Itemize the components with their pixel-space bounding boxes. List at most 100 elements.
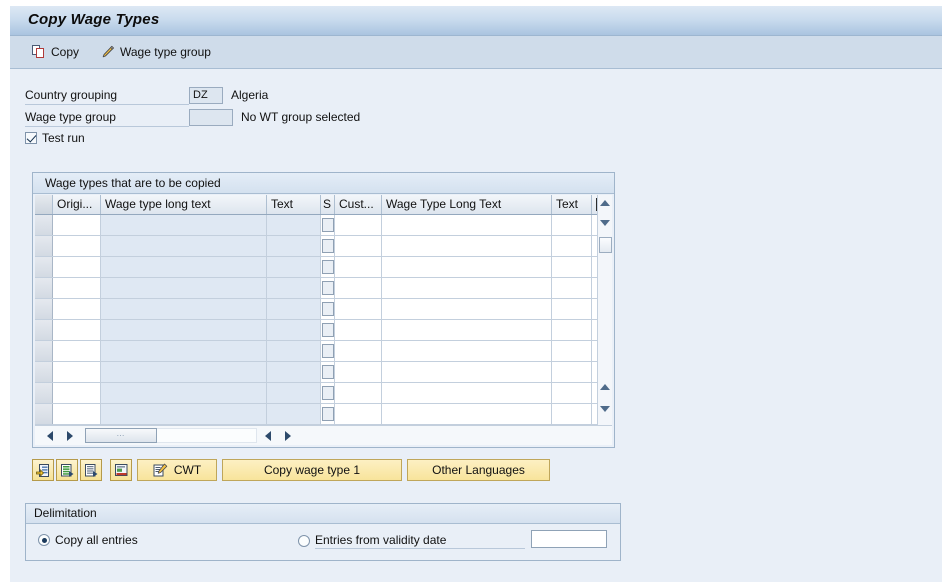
grid-header-wage-type-long-text[interactable]: Wage type long text — [101, 195, 267, 214]
table-cell[interactable] — [101, 215, 267, 235]
table-cell[interactable] — [552, 278, 592, 298]
row-status-checkbox-cell[interactable] — [321, 299, 335, 319]
table-cell[interactable] — [552, 320, 592, 340]
table-cell[interactable] — [552, 236, 592, 256]
table-cell[interactable] — [552, 299, 592, 319]
entries-from-validity-date-radio[interactable] — [298, 535, 310, 547]
table-row[interactable] — [35, 341, 612, 362]
scroll-page-down-button[interactable] — [598, 401, 612, 416]
grid-header-origin[interactable]: Origi... — [53, 195, 101, 214]
scroll-down-button[interactable] — [598, 215, 612, 230]
select-all-icon-button[interactable] — [56, 459, 78, 481]
table-cell[interactable] — [53, 320, 101, 340]
cwt-button[interactable]: CWT — [137, 459, 217, 481]
table-cell[interactable] — [53, 215, 101, 235]
row-status-checkbox[interactable] — [321, 344, 334, 358]
table-cell[interactable] — [267, 215, 321, 235]
row-selector-cell[interactable] — [35, 299, 53, 319]
grid-header-text-2[interactable]: Text — [552, 195, 592, 214]
table-cell[interactable] — [53, 404, 101, 424]
table-cell[interactable] — [267, 278, 321, 298]
table-cell[interactable] — [552, 341, 592, 361]
table-cell[interactable] — [53, 299, 101, 319]
table-cell[interactable] — [53, 362, 101, 382]
row-status-checkbox[interactable] — [321, 323, 334, 337]
table-cell[interactable] — [335, 299, 382, 319]
validity-date-input[interactable] — [531, 530, 607, 548]
row-selector-cell[interactable] — [35, 341, 53, 361]
row-selector-cell[interactable] — [35, 383, 53, 403]
table-row[interactable] — [35, 257, 612, 278]
table-cell[interactable] — [382, 278, 552, 298]
table-cell[interactable] — [101, 236, 267, 256]
row-status-checkbox[interactable] — [321, 218, 334, 232]
table-cell[interactable] — [335, 278, 382, 298]
select-entry-icon-button[interactable] — [32, 459, 54, 481]
table-cell[interactable] — [382, 362, 552, 382]
table-cell[interactable] — [101, 278, 267, 298]
copy-button[interactable]: Copy — [28, 41, 83, 63]
table-cell[interactable] — [552, 257, 592, 277]
grid-header-rowsel[interactable] — [35, 195, 53, 214]
row-selector-cell[interactable] — [35, 236, 53, 256]
table-cell[interactable] — [267, 257, 321, 277]
table-cell[interactable] — [267, 404, 321, 424]
row-status-checkbox-cell[interactable] — [321, 257, 335, 277]
row-status-checkbox[interactable] — [321, 365, 334, 379]
table-cell[interactable] — [552, 383, 592, 403]
table-cell[interactable] — [53, 236, 101, 256]
table-cell[interactable] — [382, 341, 552, 361]
row-status-checkbox-cell[interactable] — [321, 215, 335, 235]
table-cell[interactable] — [552, 362, 592, 382]
row-selector-cell[interactable] — [35, 320, 53, 340]
table-row[interactable] — [35, 215, 612, 236]
vertical-scroll-thumb[interactable] — [599, 237, 612, 253]
table-cell[interactable] — [335, 404, 382, 424]
table-row[interactable] — [35, 320, 612, 341]
table-cell[interactable] — [53, 278, 101, 298]
table-cell[interactable] — [335, 215, 382, 235]
hscroll-right-pane-left-button[interactable] — [261, 429, 275, 443]
table-cell[interactable] — [101, 404, 267, 424]
row-status-checkbox[interactable] — [321, 239, 334, 253]
table-cell[interactable] — [552, 215, 592, 235]
table-cell[interactable] — [267, 236, 321, 256]
wage-type-group-button[interactable]: Wage type group — [96, 41, 215, 63]
scroll-up-button[interactable] — [598, 195, 612, 210]
row-status-checkbox-cell[interactable] — [321, 236, 335, 256]
table-cell[interactable] — [267, 362, 321, 382]
row-status-checkbox[interactable] — [321, 302, 334, 316]
table-cell[interactable] — [335, 236, 382, 256]
table-cell[interactable] — [382, 320, 552, 340]
row-selector-cell[interactable] — [35, 362, 53, 382]
row-selector-cell[interactable] — [35, 404, 53, 424]
table-cell[interactable] — [267, 341, 321, 361]
table-row[interactable] — [35, 299, 612, 320]
horizontal-scroll-thumb[interactable]: ⋯ — [85, 428, 157, 443]
hscroll-right-button[interactable] — [63, 429, 77, 443]
table-cell[interactable] — [382, 383, 552, 403]
table-cell[interactable] — [267, 299, 321, 319]
table-cell[interactable] — [382, 404, 552, 424]
copy-all-entries-radio[interactable] — [38, 534, 50, 546]
row-status-checkbox-cell[interactable] — [321, 404, 335, 424]
grid-vertical-scrollbar[interactable] — [597, 195, 612, 425]
table-cell[interactable] — [335, 341, 382, 361]
table-cell[interactable] — [53, 383, 101, 403]
other-languages-button[interactable]: Other Languages — [407, 459, 550, 481]
row-status-checkbox-cell[interactable] — [321, 383, 335, 403]
deselect-all-icon-button[interactable] — [80, 459, 102, 481]
country-grouping-input[interactable]: DZ — [189, 87, 223, 104]
grid-header-s[interactable]: S — [321, 195, 335, 214]
row-status-checkbox[interactable] — [321, 260, 334, 274]
table-cell[interactable] — [335, 362, 382, 382]
table-row[interactable] — [35, 383, 612, 404]
table-cell[interactable] — [53, 341, 101, 361]
row-status-checkbox-cell[interactable] — [321, 341, 335, 361]
row-selector-cell[interactable] — [35, 278, 53, 298]
row-selector-cell[interactable] — [35, 215, 53, 235]
hscroll-left-button[interactable] — [43, 429, 57, 443]
table-cell[interactable] — [101, 341, 267, 361]
table-cell[interactable] — [382, 299, 552, 319]
table-cell[interactable] — [335, 257, 382, 277]
